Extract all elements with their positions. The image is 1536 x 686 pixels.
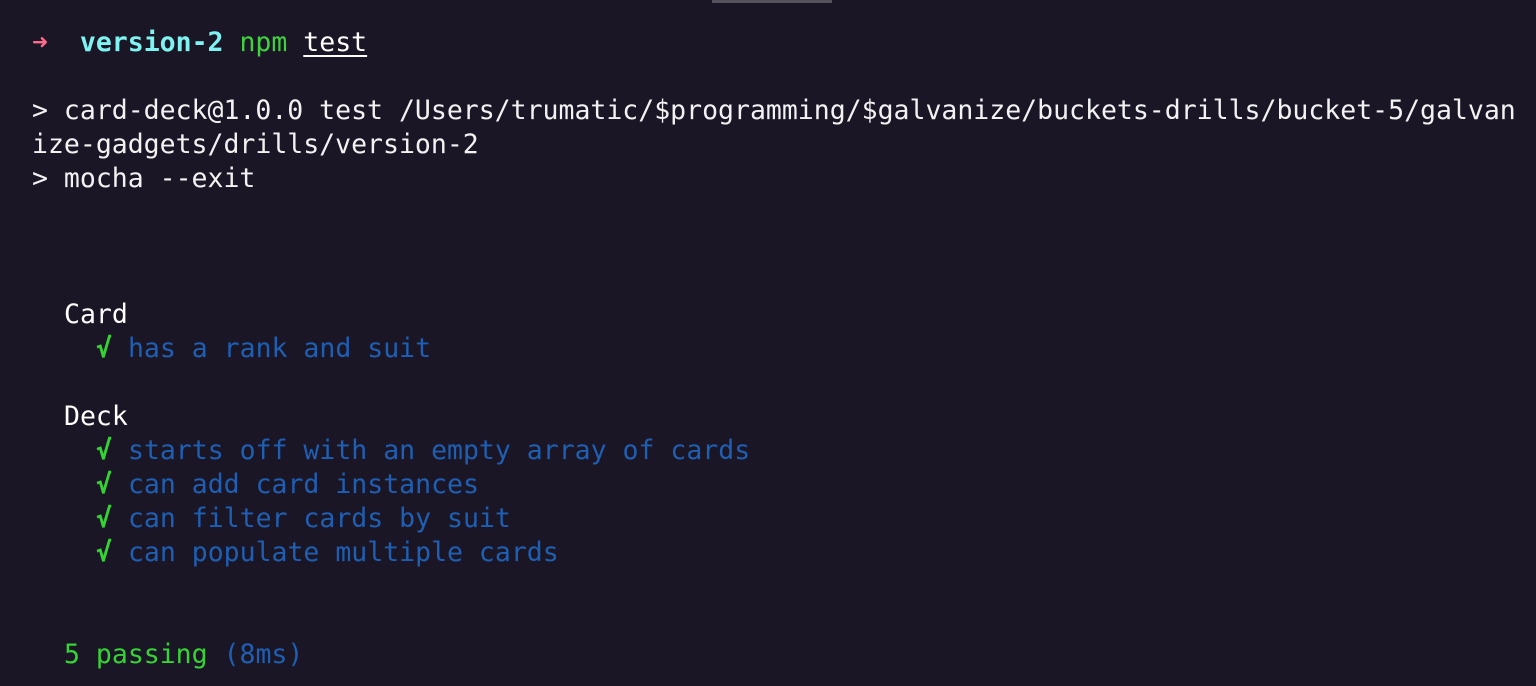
check-icon: √: [96, 435, 112, 466]
test-result-row: √ can add card instances: [96, 468, 479, 502]
suite-title-deck: Deck: [64, 401, 128, 432]
test-title: can add card instances: [127, 469, 479, 500]
test-duration: (8ms): [223, 639, 304, 670]
prompt-directory: version-2: [79, 27, 224, 58]
test-result-row: √ can populate multiple cards: [96, 536, 559, 570]
test-title: starts off with an empty array of cards: [127, 435, 751, 466]
window-top-divider: [712, 0, 832, 3]
check-icon: √: [96, 333, 112, 364]
check-icon: √: [96, 503, 112, 534]
prompt-line: ➜ version-2 npm test: [32, 26, 367, 60]
test-result-row: √ has a rank and suit: [96, 332, 431, 366]
prompt-command: npm: [239, 27, 288, 58]
script-output-line-1: > card-deck@1.0.0 test /Users/trumatic/$…: [32, 95, 1516, 126]
check-icon: √: [96, 537, 112, 568]
test-summary: 5 passing (8ms): [64, 638, 303, 672]
test-result-row: √ starts off with an empty array of card…: [96, 434, 750, 468]
suite-title-card: Card: [64, 299, 128, 330]
script-output-line-3: > mocha --exit: [32, 163, 256, 194]
prompt-arrow-icon: ➜: [32, 27, 48, 58]
test-title: has a rank and suit: [127, 333, 432, 364]
check-icon: √: [96, 469, 112, 500]
test-title: can filter cards by suit: [127, 503, 511, 534]
test-title: can populate multiple cards: [127, 537, 559, 568]
prompt-argument: test: [303, 27, 368, 58]
passing-count: 5 passing: [64, 639, 208, 670]
script-output-line-2: ize-gadgets/drills/version-2: [32, 129, 479, 160]
test-result-row: √ can filter cards by suit: [96, 502, 511, 536]
